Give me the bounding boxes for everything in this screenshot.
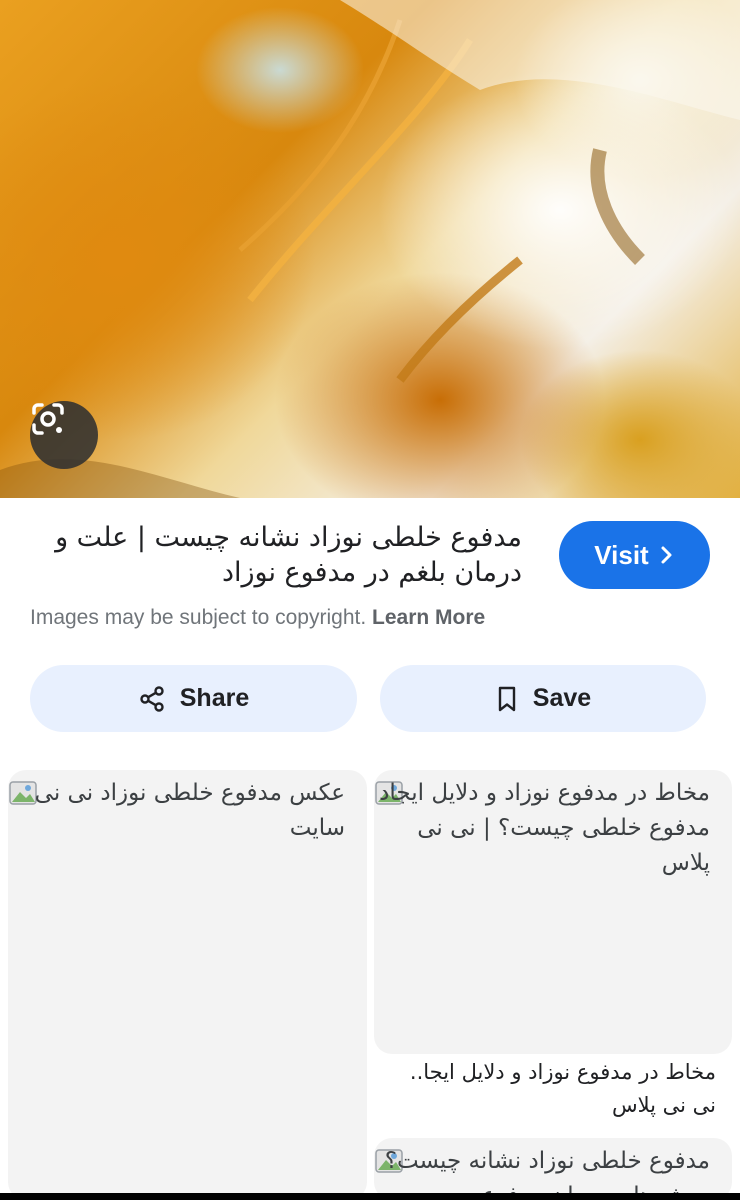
- related-caption-source: نی نی پلاس: [611, 1093, 716, 1117]
- share-button[interactable]: Share: [30, 665, 357, 732]
- visit-button[interactable]: Visit: [559, 521, 710, 589]
- learn-more-link[interactable]: Learn More: [372, 606, 485, 629]
- chevron-right-icon: [661, 546, 672, 564]
- google-lens-icon: [32, 403, 64, 435]
- related-image-caption[interactable]: مخاط در مدفوع نوزاد و دلایل ایجا.. نی نی…: [380, 1056, 716, 1122]
- copyright-text: Images may be subject to copyright.: [30, 606, 367, 629]
- related-image-alt-text: عکس مدفوع خلطی نوزاد نی نی سایت: [34, 780, 345, 841]
- copyright-notice: Images may be subject to copyright. Lear…: [30, 606, 485, 630]
- related-image-card[interactable]: عکس مدفوع خلطی نوزاد نی نی سایت: [8, 770, 367, 1200]
- visit-label: Visit: [594, 539, 649, 570]
- share-icon: [140, 685, 164, 712]
- related-caption-title: مخاط در مدفوع نوزاد و دلایل ایجا..: [409, 1060, 716, 1084]
- save-label: Save: [532, 684, 592, 712]
- related-image-card[interactable]: مدفوع خلطی نوزاد نشانه چیست؟ روش های درم…: [374, 1138, 732, 1200]
- related-image-card[interactable]: مخاط در مدفوع نوزاد و دلایل ایجاد مدفوع …: [374, 770, 732, 1054]
- google-lens-button[interactable]: [30, 401, 98, 469]
- share-label: Share: [179, 684, 250, 712]
- save-button[interactable]: Save: [380, 665, 706, 732]
- bottom-edge: [0, 1193, 740, 1200]
- preview-image[interactable]: [0, 0, 740, 498]
- bookmark-icon: [498, 686, 515, 711]
- preview-image-art: [0, 0, 740, 498]
- related-image-alt-text: مخاط در مدفوع نوزاد و دلایل ایجاد مدفوع …: [379, 780, 710, 876]
- result-title[interactable]: مدفوع خلطی نوزاد نشانه چیست | علت و درما…: [22, 520, 522, 590]
- related-image-alt-text: مدفوع خلطی نوزاد نشانه چیست؟ روش های درم…: [384, 1148, 710, 1200]
